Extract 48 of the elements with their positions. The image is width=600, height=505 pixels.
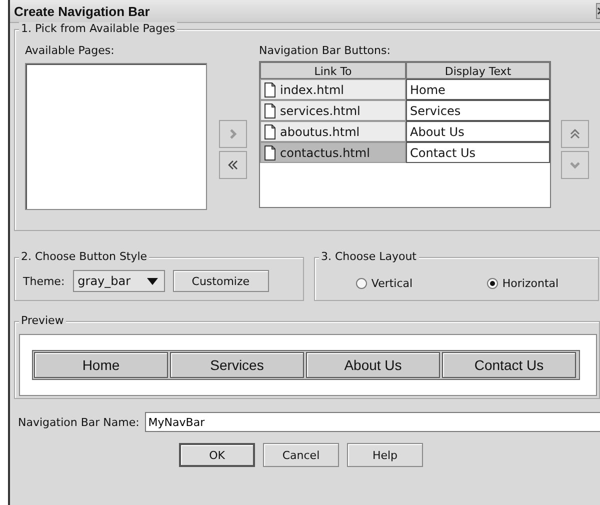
field-label: Theme: — [23, 274, 65, 288]
document-icon — [264, 144, 276, 160]
customize-button[interactable]: Customize — [172, 270, 269, 292]
dialog-button[interactable]: Help — [347, 443, 423, 467]
field-label: Navigation Bar Name: — [18, 416, 140, 428]
radio-label: Vertical — [371, 276, 413, 290]
radio-button[interactable] — [487, 278, 498, 288]
field-label: Available Pages: — [25, 44, 116, 57]
radio-option[interactable]: Horizontal — [487, 276, 559, 290]
group-label: Preview — [19, 314, 66, 327]
document-icon — [264, 82, 276, 98]
document-icon — [264, 124, 276, 140]
document-icon — [264, 102, 276, 118]
field-label: Navigation Bar Buttons: — [259, 44, 392, 57]
dropdown-arrow-icon — [146, 278, 158, 284]
available-pages-list[interactable] — [25, 63, 207, 210]
dialog-button[interactable]: OK — [179, 443, 255, 467]
group-label: 2. Choose Button Style — [19, 250, 150, 263]
link-cell[interactable]: index.html — [260, 79, 406, 100]
display-text-cell[interactable]: About Us — [406, 121, 550, 142]
link-text: services.html — [280, 104, 360, 118]
dropdown-value: gray_bar — [78, 274, 131, 288]
link-cell[interactable]: services.html — [260, 100, 406, 121]
chevron-right-icon — [229, 129, 237, 139]
radio-option[interactable]: Vertical — [356, 276, 413, 290]
radio-button[interactable] — [356, 278, 368, 288]
display-text-cell[interactable]: Services — [406, 100, 550, 121]
group-label: 3. Choose Layout — [319, 250, 418, 263]
display-text-cell[interactable]: Contact Us — [406, 142, 550, 163]
column-header[interactable]: Link To — [260, 62, 406, 79]
double-chevron-up-icon — [570, 129, 580, 139]
link-cell[interactable]: aboutus.html — [260, 121, 406, 142]
theme-dropdown[interactable]: gray_bar — [72, 270, 165, 292]
column-header[interactable]: Display Text — [406, 62, 550, 79]
window-title: Create Navigation Bar — [13, 4, 150, 18]
double-chevron-left-icon — [228, 160, 238, 170]
radio-label: Horizontal — [502, 276, 559, 290]
move-up-button[interactable] — [561, 120, 589, 148]
dialog-button[interactable]: Cancel — [263, 443, 339, 467]
link-text: index.html — [280, 82, 344, 96]
link-text: contactus.html — [280, 146, 370, 160]
chevron-down-icon — [570, 161, 580, 169]
display-text-cell[interactable]: Home — [406, 79, 550, 100]
link-text: aboutus.html — [280, 124, 360, 138]
group-label: 1. Pick from Available Pages — [19, 22, 178, 35]
link-cell[interactable]: contactus.html — [260, 142, 406, 163]
remove-all-button[interactable] — [219, 151, 247, 179]
name-input[interactable]: MyNavBar — [145, 412, 600, 432]
